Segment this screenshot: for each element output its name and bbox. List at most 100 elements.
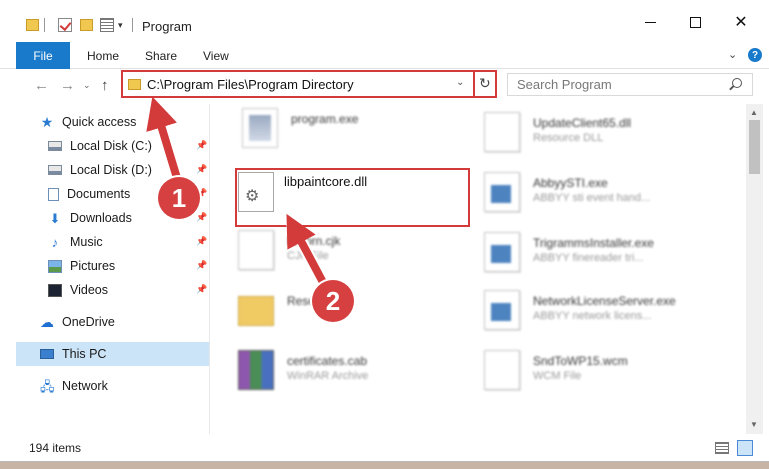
list-item[interactable]: TrigrammsInstaller.exe ABBYY finereader … [484, 230, 744, 274]
minimize-icon [644, 21, 656, 23]
file-name: NetworkLicenseServer.exe [533, 294, 676, 308]
address-divider [473, 72, 475, 96]
pin-icon[interactable]: 📌 [196, 164, 207, 175]
application-icon [484, 232, 520, 272]
sidebar-item-this-pc[interactable]: This PC [40, 342, 106, 366]
file-name: libcorn.cjk [287, 234, 341, 248]
sidebar-item-label: Pictures [70, 259, 116, 273]
file-type: ABBYY network licens... [533, 310, 652, 322]
address-path[interactable]: C:\Program Files\Program Directory [147, 77, 354, 92]
list-item[interactable]: NetworkLicenseServer.exe ABBYY network l… [484, 288, 744, 332]
back-arrow-icon[interactable]: ← [34, 77, 49, 94]
sidebar-item-local-disk-d[interactable]: Local Disk (D:) [48, 158, 152, 182]
sidebar-item-label: Downloads [70, 211, 132, 225]
expand-ribbon-icon[interactable]: ⌄ [728, 48, 737, 61]
tab-home[interactable]: Home [87, 42, 119, 69]
pin-icon[interactable]: 📌 [196, 260, 207, 271]
list-item[interactable]: certificates.cab WinRAR Archive [238, 348, 458, 392]
archive-icon [238, 350, 274, 390]
pin-icon[interactable]: 📌 [196, 236, 207, 247]
help-icon[interactable]: ? [748, 48, 762, 62]
file-name: SndToWP15.wcm [533, 354, 628, 368]
application-icon [242, 108, 278, 148]
chevron-down-icon[interactable]: ⌄ [456, 77, 464, 88]
sidebar-item-music[interactable]: ♪ Music [48, 230, 103, 254]
sidebar-item-videos[interactable]: Videos [48, 278, 108, 302]
videos-icon [48, 283, 62, 297]
list-item[interactable]: SndToWP15.wcm WCM File [484, 348, 744, 392]
sidebar-item-network[interactable]: 🖧 Network [40, 374, 108, 398]
navigation-pane: ★ Quick access Local Disk (C:) 📌 Local D… [0, 104, 210, 434]
computer-icon [40, 349, 54, 359]
properties-icon[interactable] [100, 18, 114, 32]
tab-file[interactable]: File [16, 42, 70, 69]
file-name: TrigrammsInstaller.exe [533, 236, 654, 250]
file-type: ABBYY sti event hand... [533, 192, 651, 204]
file-type: ABBYY finereader tri... [533, 252, 644, 264]
quick-access-dropdown-icon[interactable]: ▾ [118, 20, 123, 36]
minimize-button[interactable] [627, 8, 673, 36]
recent-locations-icon[interactable]: ⌄ [83, 80, 91, 91]
toolbar-divider [132, 18, 133, 32]
file-type: WinRAR Archive [287, 370, 369, 382]
dll-file-icon [484, 112, 520, 152]
maximize-button[interactable] [672, 8, 718, 36]
network-icon: 🖧 [40, 378, 55, 394]
drive-icon [48, 141, 62, 151]
download-icon: ⬇ [49, 210, 61, 226]
title-bar: ▾ Program ✕ [0, 0, 769, 40]
drive-icon [48, 165, 62, 175]
list-item[interactable]: program.exe [242, 106, 462, 150]
sidebar-item-pictures[interactable]: Pictures [48, 254, 115, 278]
address-bar[interactable]: C:\Program Files\Program Directory ⌄ ↻ [121, 70, 497, 98]
sidebar-item-label: Local Disk (C:) [70, 139, 152, 153]
list-item[interactable]: UpdateClient65.dll Resource DLL [484, 110, 744, 154]
file-name: AbbyySTI.exe [533, 176, 608, 190]
file-type: Resource DLL [533, 132, 604, 144]
tab-view[interactable]: View [203, 42, 229, 69]
vertical-scrollbar[interactable]: ▲ ▼ [746, 104, 763, 434]
scrollbar-thumb[interactable] [749, 120, 760, 174]
folder-icon [128, 79, 141, 90]
documents-icon [48, 187, 59, 201]
up-arrow-icon[interactable]: ↑ [101, 77, 109, 94]
search-icon[interactable] [732, 78, 742, 88]
application-icon [484, 172, 520, 212]
sidebar-item-label: Network [62, 379, 108, 393]
sidebar-item-local-disk-c[interactable]: Local Disk (C:) [48, 134, 152, 158]
close-button[interactable]: ✕ [718, 8, 764, 36]
sidebar-item-documents[interactable]: Documents [48, 182, 130, 206]
search-input[interactable]: Search Program [507, 73, 753, 96]
refresh-icon[interactable]: ↻ [479, 75, 491, 92]
pin-icon[interactable]: 📌 [196, 212, 207, 223]
scroll-down-icon[interactable]: ▼ [750, 420, 758, 429]
ribbon-tabs: File Home Share View ⌄ ? [0, 40, 769, 69]
sidebar-item-downloads[interactable]: ⬇ Downloads [48, 206, 132, 230]
list-item[interactable]: libcorn.cjk CJK File [238, 228, 458, 272]
pictures-icon [48, 259, 62, 273]
step-1-badge: 1 [158, 177, 200, 219]
large-icons-view-icon[interactable] [737, 440, 753, 456]
scroll-up-icon[interactable]: ▲ [750, 108, 758, 117]
file-name: certificates.cab [287, 354, 368, 368]
pin-icon[interactable]: 📌 [196, 140, 207, 151]
maximize-icon [689, 16, 701, 28]
explorer-window: ▾ Program ✕ File Home Share View ⌄ ? ← →… [0, 0, 769, 462]
file-icon [238, 230, 274, 270]
details-view-icon[interactable] [715, 442, 729, 454]
file-name: UpdateClient65.dll [533, 116, 632, 130]
new-folder-icon[interactable] [80, 19, 93, 31]
folder-icon [238, 296, 274, 326]
forward-arrow-icon[interactable]: → [60, 77, 75, 94]
sidebar-item-label: Music [70, 235, 103, 249]
tab-share[interactable]: Share [145, 42, 177, 69]
cloud-icon: ☁ [40, 313, 54, 330]
properties-check-icon[interactable] [58, 18, 72, 32]
item-count: 194 items [29, 441, 82, 455]
sidebar-item-quick-access[interactable]: ★ Quick access [40, 110, 137, 134]
file-icon [484, 350, 520, 390]
application-icon [484, 290, 520, 330]
sidebar-item-onedrive[interactable]: ☁ OneDrive [40, 310, 115, 334]
list-item[interactable]: AbbyySTI.exe ABBYY sti event hand... [484, 170, 744, 214]
pin-icon[interactable]: 📌 [196, 284, 207, 295]
